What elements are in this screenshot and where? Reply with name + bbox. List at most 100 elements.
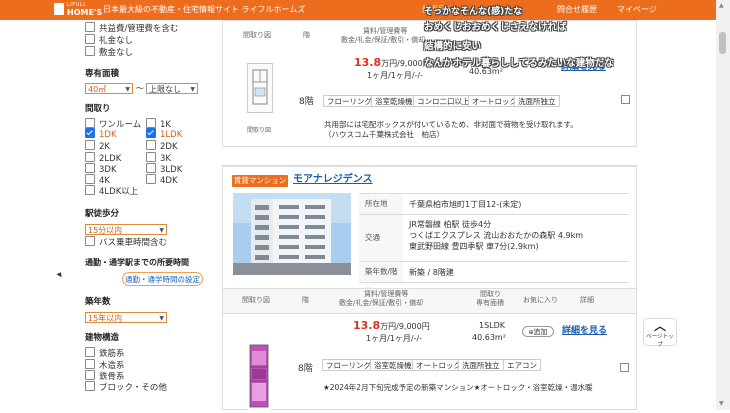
checkbox-box[interactable] (85, 381, 95, 391)
checkbox-box[interactable] (85, 34, 95, 44)
commute-section-title: 通勤・通学駅までの所要時間 (85, 258, 189, 267)
compare-checkbox-1[interactable] (621, 95, 630, 104)
checkbox-box[interactable] (85, 174, 95, 184)
range-separator: 〜 (136, 84, 144, 93)
floor-number: 8階 (298, 364, 313, 374)
layout-type: 1SLDK (479, 321, 506, 330)
building-age-select[interactable]: 15年以内 ▼ (85, 312, 167, 323)
deposit-terms: 1ヶ月/1ヶ月/-/- (366, 334, 423, 343)
chevron-down-icon: ▼ (159, 227, 164, 234)
checkbox-box[interactable] (146, 152, 156, 162)
floorplan-drawing-icon (252, 69, 268, 105)
logo-homes-text: HOME'S (67, 8, 103, 17)
mypage-link[interactable]: マイページ (617, 4, 657, 16)
col-head-floorplan: 間取り図 (242, 296, 270, 304)
info-row-address: 所在地 千葉県柏市旭町1丁目12-(未定) (359, 194, 629, 215)
checkbox-layout-1ldk[interactable]: 1LDK (146, 128, 182, 140)
compare-checkbox-2[interactable] (620, 363, 629, 372)
address-value: 千葉県柏市旭町1丁目12-(未定) (409, 200, 522, 209)
col-head-plan: 間取り (480, 290, 501, 298)
checkbox-include-bus[interactable]: バス乗車時間含む (85, 236, 167, 248)
checkbox-structure-rc[interactable]: 鉄筋系 (85, 347, 125, 359)
checkbox-box[interactable] (85, 359, 95, 369)
site-header: LIFULL HOME'S 日本最大級の不動産・住宅情報サイト ライフルホームズ… (0, 0, 716, 20)
detail-link-2[interactable]: 詳細を見る (562, 326, 607, 337)
col-head-deposit: 敷金/礼金/保証/敷引・償却 (341, 36, 426, 44)
checkbox-box[interactable] (85, 185, 95, 195)
feature-tag: エアコン (503, 359, 541, 371)
overlay-comment: そっかなそんな(感)たな (424, 7, 523, 17)
chevron-down-icon: ▼ (125, 86, 130, 93)
inquiry-history-link[interactable]: 問合せ履歴 (557, 4, 597, 16)
checkbox-no-key-money[interactable]: 礼金なし (85, 34, 133, 46)
area-max-select[interactable]: 上限なし ▼ (146, 83, 198, 94)
checkbox-box[interactable] (85, 347, 95, 357)
checkbox-box[interactable] (85, 22, 95, 32)
checkbox-box[interactable] (146, 174, 156, 184)
checkbox-box[interactable] (85, 163, 95, 173)
mouse-cursor-icon (56, 270, 64, 278)
floorplan-image[interactable] (248, 343, 270, 410)
building-photo[interactable] (233, 193, 351, 275)
checkbox-box[interactable] (85, 140, 95, 150)
checkbox-box[interactable] (85, 236, 95, 246)
page-top-button[interactable]: ︿ ページトップ (643, 318, 677, 348)
search-results: 間取り図 階 賃料/管理費等 敷金/礼金/保証/敷引・償却 間取り図 13.8万… (222, 20, 637, 410)
agent-name: （ハウスコム千葉株式会社 柏店） (324, 130, 444, 139)
col-head-area: 専有面積 (476, 299, 504, 307)
feature-tag: フローリング (323, 95, 376, 107)
feature-tag: コンロ二口以上 (413, 95, 474, 107)
checkbox-layout-2dk[interactable]: 2DK (146, 140, 178, 152)
checkbox-box-checked[interactable] (146, 128, 156, 138)
homes-logo[interactable]: LIFULL HOME'S (54, 2, 102, 18)
transit-line-1: JR常磐線 柏駅 徒歩4分 (409, 220, 492, 229)
checkbox-structure-block[interactable]: ブロック・その他 (85, 381, 167, 393)
floorplan-image[interactable] (247, 63, 273, 113)
scroll-up-arrow-icon[interactable]: ▲ (719, 2, 724, 9)
floor-area: 40.63m² (472, 333, 506, 342)
rent-price: 13.8万円/9,000円 (353, 319, 430, 332)
area-min-select[interactable]: 40㎡ ▼ (85, 83, 133, 94)
col-head-floor: 階 (303, 31, 310, 39)
col-head-rent: 賃料/管理費等 (363, 27, 408, 35)
layout-section-title: 間取り (85, 104, 111, 114)
checkbox-layout-4dk[interactable]: 4DK (146, 174, 178, 186)
checkbox-box[interactable] (85, 370, 95, 380)
checkbox-box[interactable] (85, 152, 95, 162)
checkbox-box[interactable] (146, 118, 156, 128)
walk-time-select[interactable]: 15分以内 ▼ (85, 224, 167, 235)
checkbox-box[interactable] (85, 118, 95, 128)
search-filter-sidebar: 共益費/管理費を含む 礼金なし 敷金なし 専有面積 40㎡ ▼ 〜 上限なし ▼ 間… (78, 20, 218, 410)
building-name-link[interactable]: モアナレジデンス (293, 173, 373, 187)
chevron-down-icon: ▼ (159, 315, 164, 322)
scroll-down-arrow-icon[interactable]: ▼ (719, 400, 724, 407)
col-head-floor: 階 (302, 296, 309, 304)
checkbox-box-checked[interactable] (85, 128, 95, 138)
overlay-comment: なんかホテル暮らししてるみたいな建物だな (424, 58, 614, 69)
feature-tag: 洗面所独立 (458, 359, 504, 371)
transit-line-2: つくばエクスプレス 流山おおたかの森駅 4.9km (409, 231, 583, 240)
add-favorite-button[interactable]: ⊕追加 (522, 326, 554, 337)
checkbox-box[interactable] (85, 46, 95, 56)
area-section-title: 専有面積 (85, 69, 120, 79)
floorplan-caption: 間取り図 (247, 127, 272, 134)
checkbox-box[interactable] (146, 163, 156, 173)
listing-note: 共用部には宅配ボックスが付いているため、非対面で荷物を受け取れます。 (324, 120, 578, 129)
col-head-detail: 詳細 (580, 296, 594, 304)
commute-setting-button[interactable]: 通勤・通学時間の設定 (122, 272, 203, 286)
chevron-down-icon: ▼ (190, 86, 195, 93)
checkbox-include-fees[interactable]: 共益費/管理費を含む (85, 22, 178, 34)
checkbox-layout-1dk[interactable]: 1DK (85, 128, 117, 140)
structure-section-title: 建物構造 (85, 333, 120, 343)
col-head-floorplan: 間取り図 (243, 31, 271, 39)
scrollbar-thumb[interactable] (719, 32, 726, 54)
col-head-favorite: お気に入り (523, 296, 558, 304)
col-head-deposit: 敷金/礼金/保証/敷引・償却 (339, 299, 424, 307)
deposit-terms: 1ヶ月/1ヶ月/-/- (367, 71, 424, 80)
checkbox-no-deposit[interactable]: 敷金なし (85, 46, 133, 58)
age-section-title: 築年数 (85, 297, 111, 307)
checkbox-layout-2k[interactable]: 2K (85, 140, 110, 152)
checkbox-box[interactable] (146, 140, 156, 150)
checkbox-layout-4ldk-plus[interactable]: 4LDK以上 (85, 185, 138, 197)
page-scrollbar[interactable]: ▲ ▼ (716, 0, 730, 410)
